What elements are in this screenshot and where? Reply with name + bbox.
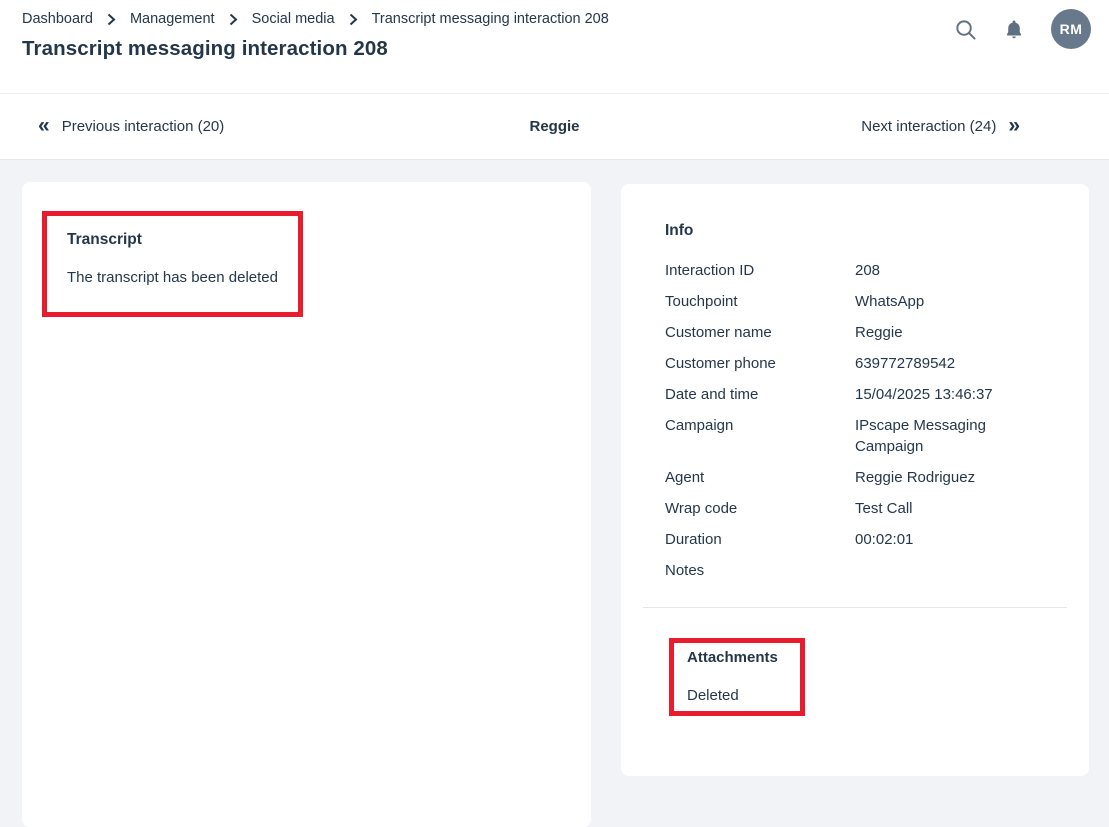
chevron-right-icon: [349, 13, 358, 26]
chevron-right-icon: [229, 13, 238, 26]
field-value: WhatsApp: [855, 291, 1025, 312]
field-value: 208: [855, 260, 1025, 281]
previous-interaction-label: Previous interaction (20): [62, 118, 225, 135]
field-value: Reggie: [855, 322, 1025, 343]
field-label: Duration: [665, 529, 855, 550]
app-header: Dashboard Management Social media Transc…: [0, 0, 1109, 94]
attachments-annotation-box: Attachments Deleted: [669, 638, 805, 716]
field-label: Customer name: [665, 322, 855, 343]
field-label: Customer phone: [665, 353, 855, 374]
notifications-bell-icon[interactable]: [1003, 18, 1025, 41]
next-interaction-label: Next interaction (24): [861, 118, 996, 135]
field-value: [855, 560, 1025, 581]
field-value: 00:02:01: [855, 529, 1025, 550]
next-interaction-button[interactable]: Next interaction (24) »: [861, 116, 1020, 137]
field-label: Campaign: [665, 415, 855, 457]
field-value: 15/04/2025 13:46:37: [855, 384, 1025, 405]
info-row-agent: Agent Reggie Rodriguez: [665, 467, 1045, 488]
breadcrumb-item-dashboard[interactable]: Dashboard: [22, 11, 93, 27]
transcript-panel: Transcript The transcript has been delet…: [22, 182, 591, 827]
double-chevron-left-icon: «: [38, 115, 50, 136]
interaction-nav-bar: « Previous interaction (20) Reggie Next …: [0, 94, 1109, 160]
transcript-deleted-message: The transcript has been deleted: [67, 269, 288, 287]
info-row-duration: Duration 00:02:01: [665, 529, 1045, 550]
info-panel: Info Interaction ID 208 Touchpoint Whats…: [621, 184, 1089, 776]
field-label: Notes: [665, 560, 855, 581]
attachments-section: Attachments Deleted: [643, 608, 1067, 716]
field-label: Wrap code: [665, 498, 855, 519]
transcript-heading: Transcript: [67, 230, 288, 249]
breadcrumb-item-current: Transcript messaging interaction 208: [372, 11, 609, 27]
breadcrumb-item-management[interactable]: Management: [130, 11, 215, 27]
field-value: IPscape Messaging Campaign: [855, 415, 1025, 457]
breadcrumb-item-social-media[interactable]: Social media: [252, 11, 335, 27]
field-value: Test Call: [855, 498, 1025, 519]
info-row-customer-phone: Customer phone 639772789542: [665, 353, 1045, 374]
attachments-heading: Attachments: [687, 648, 795, 667]
info-row-customer-name: Customer name Reggie: [665, 322, 1045, 343]
breadcrumb: Dashboard Management Social media Transc…: [22, 0, 1109, 27]
attachments-status: Deleted: [687, 687, 795, 705]
info-row-touchpoint: Touchpoint WhatsApp: [665, 291, 1045, 312]
search-icon[interactable]: [954, 18, 977, 41]
field-label: Agent: [665, 467, 855, 488]
header-actions: RM: [954, 9, 1091, 49]
field-label: Interaction ID: [665, 260, 855, 281]
info-row-notes: Notes: [665, 560, 1045, 581]
info-row-campaign: Campaign IPscape Messaging Campaign: [665, 415, 1045, 457]
info-row-date-time: Date and time 15/04/2025 13:46:37: [665, 384, 1045, 405]
transcript-annotation-box: Transcript The transcript has been delet…: [42, 211, 303, 317]
field-label: Date and time: [665, 384, 855, 405]
info-heading: Info: [665, 221, 1045, 240]
page-title: Transcript messaging interaction 208: [22, 37, 1109, 61]
user-avatar[interactable]: RM: [1051, 9, 1091, 49]
field-value: Reggie Rodriguez: [855, 467, 1025, 488]
field-value: 639772789542: [855, 353, 1025, 374]
info-section: Info Interaction ID 208 Touchpoint Whats…: [643, 184, 1067, 581]
info-row-wrap-code: Wrap code Test Call: [665, 498, 1045, 519]
field-label: Touchpoint: [665, 291, 855, 312]
double-chevron-right-icon: »: [1008, 115, 1020, 136]
chevron-right-icon: [107, 13, 116, 26]
info-row-interaction-id: Interaction ID 208: [665, 260, 1045, 281]
previous-interaction-button[interactable]: « Previous interaction (20): [38, 116, 224, 137]
